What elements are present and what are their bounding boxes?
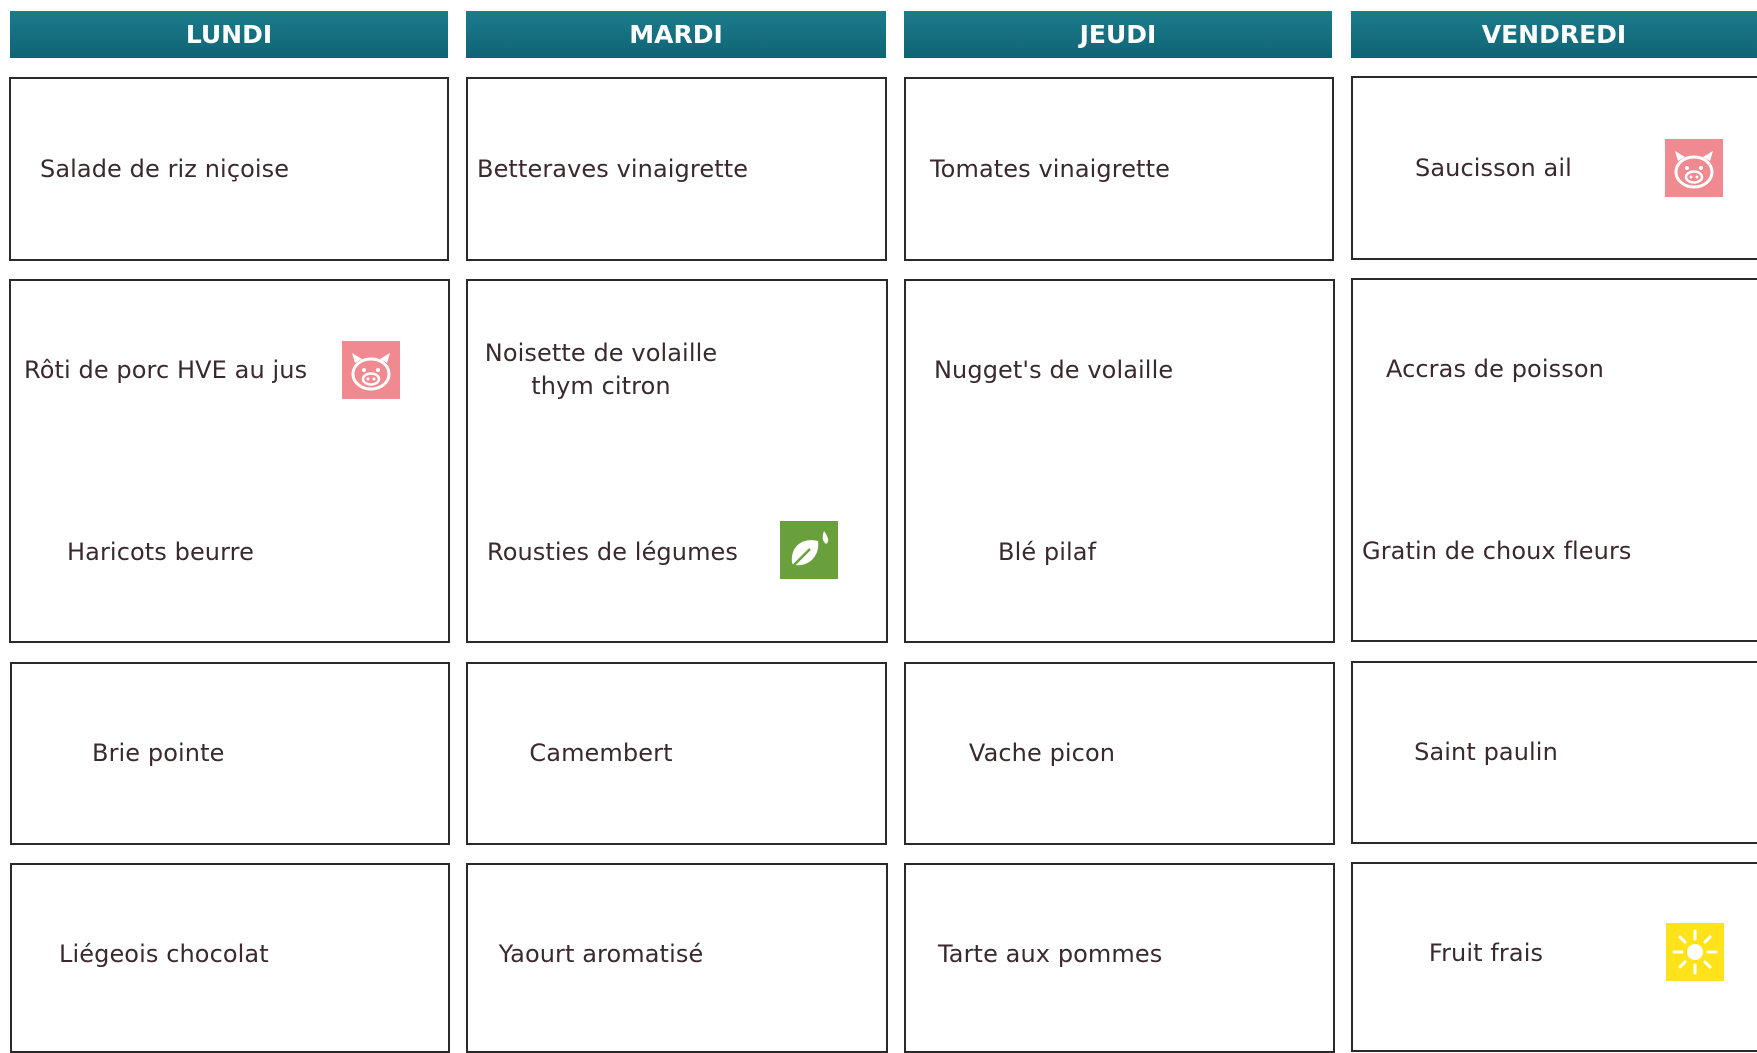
cell-lundi-fromage: [10, 662, 450, 845]
cell-lundi-plat: [9, 279, 450, 643]
lundi-plat: Rôti de porc HVE au jus: [24, 356, 308, 384]
mardi-plat-line2: thym citron: [531, 372, 671, 400]
jeudi-plat: Nugget's de volaille: [934, 356, 1174, 384]
header-mardi: MARDI: [466, 11, 886, 58]
header-vendredi: VENDREDI: [1351, 11, 1757, 58]
vendredi-entree: Saucisson ail: [1415, 154, 1572, 182]
cell-mardi-plat: [466, 279, 888, 643]
mardi-entree: Betteraves vinaigrette: [477, 155, 749, 183]
cell-jeudi-plat: [904, 279, 1335, 643]
leaf-icon: [780, 521, 838, 579]
sun-icon: [1666, 923, 1724, 981]
pig-icon: [1665, 139, 1723, 197]
jeudi-dessert: Tarte aux pommes: [938, 940, 1163, 968]
vendredi-fromage: Saint paulin: [1414, 738, 1558, 766]
pig-icon: [342, 341, 400, 399]
jeudi-fromage: Vache picon: [968, 739, 1116, 767]
lundi-fromage: Brie pointe: [92, 739, 225, 767]
jeudi-accompagnement: Blé pilaf: [998, 538, 1097, 566]
header-jeudi: JEUDI: [904, 11, 1332, 58]
vendredi-accompagnement: Gratin de choux fleurs: [1362, 537, 1632, 565]
vendredi-plat: Accras de poisson: [1386, 355, 1604, 383]
vendredi-dessert: Fruit frais: [1428, 939, 1544, 967]
lundi-accompagnement: Haricots beurre: [67, 538, 254, 566]
lundi-dessert: Liégeois chocolat: [59, 940, 269, 968]
mardi-dessert: Yaourt aromatisé: [498, 940, 704, 968]
cell-vendredi-plat: [1351, 278, 1757, 642]
mardi-accompagnement: Rousties de légumes: [487, 538, 739, 566]
header-lundi: LUNDI: [10, 11, 448, 58]
mardi-fromage: Camembert: [529, 739, 673, 767]
jeudi-entree: Tomates vinaigrette: [930, 155, 1170, 183]
lundi-entree: Salade de riz niçoise: [40, 155, 290, 183]
mardi-plat-line1: Noisette de volaille: [484, 339, 718, 367]
